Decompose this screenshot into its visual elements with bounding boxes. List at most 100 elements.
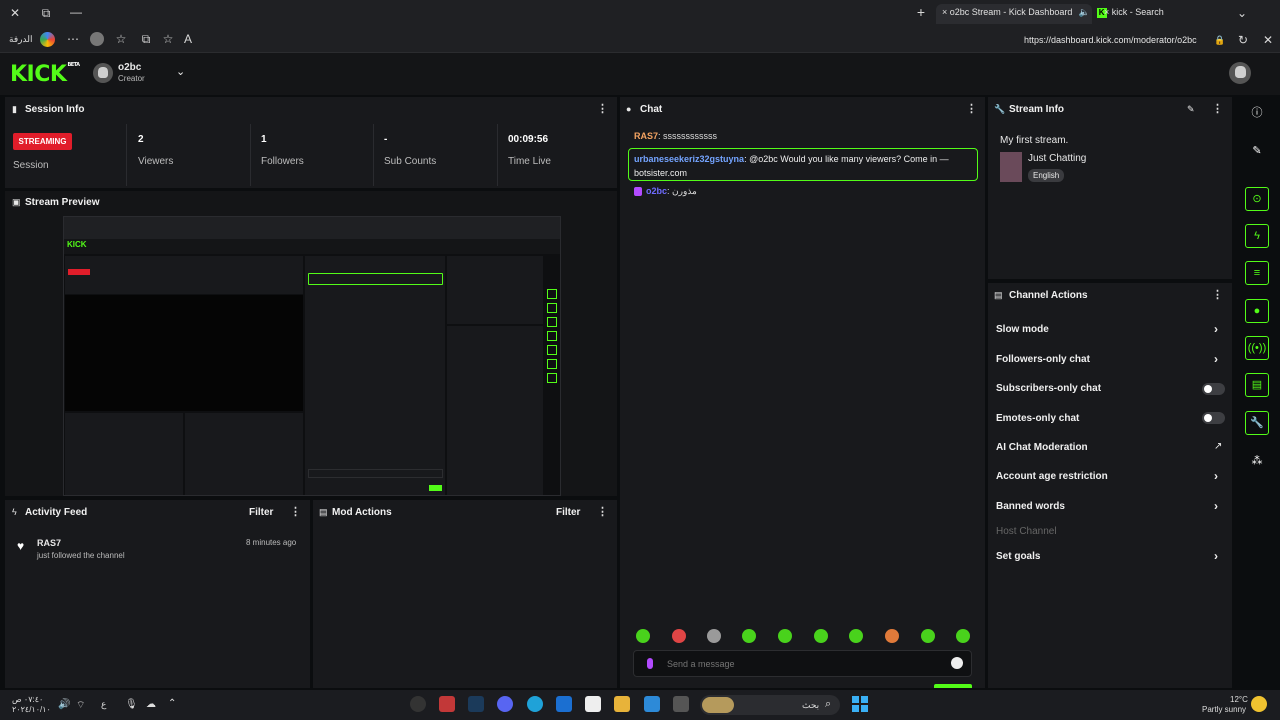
- taskbar-edge-icon[interactable]: [527, 696, 543, 712]
- emote-6-icon[interactable]: [814, 629, 828, 643]
- keyboard-language[interactable]: ع: [101, 699, 106, 710]
- emotes-only-toggle[interactable]: [1202, 412, 1225, 424]
- tab-kick-search[interactable]: × kick - Search: [1098, 4, 1218, 24]
- action-set-goals[interactable]: Set goals: [996, 551, 1040, 562]
- taskbar-steam-icon[interactable]: [468, 696, 484, 712]
- mod-actions-menu-icon[interactable]: ⋮: [597, 507, 608, 518]
- taskbar-app-red-icon[interactable]: [439, 696, 455, 712]
- taskbar-date[interactable]: ٢٠٢٤/١٠/١٠: [12, 705, 51, 714]
- volume-icon[interactable]: 🔊: [58, 699, 70, 710]
- chevron-right-icon[interactable]: ›: [1214, 352, 1218, 366]
- account-switch-chevron-icon[interactable]: ⌄: [176, 65, 185, 78]
- browser-profile-icon[interactable]: [40, 32, 55, 47]
- rail-bolt-icon[interactable]: ϟ: [1245, 224, 1269, 248]
- tab-kick-dashboard[interactable]: × o2bc Stream - Kick Dashboard 🔈 K: [936, 4, 1107, 24]
- mod-filter-button[interactable]: Filter: [556, 507, 580, 518]
- chat-send-button[interactable]: [934, 684, 972, 688]
- taskbar-search-box[interactable]: بحث ⌕: [700, 695, 840, 715]
- subscribers-only-toggle[interactable]: [1202, 383, 1225, 395]
- microphone-tray-icon[interactable]: 🎙: [125, 699, 138, 710]
- user-menu-avatar[interactable]: [1229, 62, 1251, 84]
- tab-list-chevron-icon[interactable]: ⌄: [1234, 6, 1250, 20]
- edit-icon[interactable]: ✎: [1187, 104, 1195, 115]
- emote-8-icon[interactable]: [885, 629, 899, 643]
- stream-info-menu-icon[interactable]: ⋮: [1212, 104, 1223, 115]
- pencil-icon[interactable]: ✎: [1248, 142, 1266, 160]
- rail-layout-icon[interactable]: ▤: [1245, 373, 1269, 397]
- tab-audio-icon[interactable]: 🔈: [1079, 7, 1090, 17]
- emoji-picker-icon[interactable]: [951, 657, 963, 669]
- favorites-icon[interactable]: ☆: [113, 32, 129, 46]
- new-tab-button[interactable]: +: [913, 5, 929, 19]
- rail-moderation-icon[interactable]: ⊙: [1245, 187, 1269, 211]
- external-link-icon[interactable]: ↗: [1214, 441, 1222, 452]
- action-emotes-only[interactable]: Emotes-only chat: [996, 413, 1079, 424]
- action-subscribers-only[interactable]: Subscribers-only chat: [996, 383, 1101, 394]
- emote-3-icon[interactable]: [707, 629, 721, 643]
- stream-category[interactable]: Just Chatting: [1028, 153, 1086, 164]
- add-favorite-icon[interactable]: ☆: [160, 32, 176, 46]
- chat-message-input[interactable]: [667, 656, 947, 672]
- chevron-right-icon[interactable]: ›: [1214, 499, 1218, 513]
- wifi-icon[interactable]: ⌔: [76, 699, 85, 712]
- close-icon[interactable]: ✕: [1260, 33, 1276, 47]
- emote-7-icon[interactable]: [849, 629, 863, 643]
- chat-username[interactable]: urbaneseekeriz32gstuyna: [634, 154, 744, 164]
- emote-2-icon[interactable]: [672, 629, 686, 643]
- more-icon[interactable]: ⋯: [65, 32, 81, 46]
- activity-feed-menu-icon[interactable]: ⋮: [290, 507, 301, 518]
- taskbar-mail-icon[interactable]: [556, 696, 572, 712]
- emote-5-icon[interactable]: [778, 629, 792, 643]
- chat-message[interactable]: o2bc: مذورن: [634, 186, 697, 197]
- taskbar-time[interactable]: ٠٧:٤٠ ص: [12, 695, 43, 704]
- taskbar-discord-icon[interactable]: [497, 696, 513, 712]
- tab-actions-icon[interactable]: ⧉: [38, 6, 54, 20]
- action-followers-only[interactable]: Followers-only chat: [996, 354, 1090, 365]
- url-text[interactable]: https://dashboard.kick.com/moderator/o2b…: [1024, 35, 1197, 45]
- rail-apps-icon[interactable]: ⁂: [1248, 452, 1266, 470]
- chat-username[interactable]: o2bc: [646, 186, 667, 196]
- collections-icon[interactable]: ⧉: [138, 32, 154, 46]
- rail-broadcast-icon[interactable]: ((•)): [1245, 336, 1269, 360]
- taskbar-task-view-icon[interactable]: [673, 696, 689, 712]
- activity-user[interactable]: RAS7: [37, 538, 61, 548]
- chevron-right-icon[interactable]: ›: [1214, 469, 1218, 483]
- emote-4-icon[interactable]: [742, 629, 756, 643]
- back-button-label[interactable]: الدرفة: [9, 34, 32, 45]
- taskbar-store-icon[interactable]: [585, 696, 601, 712]
- rail-list-icon[interactable]: ≡: [1245, 261, 1269, 285]
- close-window-icon[interactable]: ✕: [7, 6, 23, 20]
- reload-icon[interactable]: ↻: [1235, 33, 1251, 47]
- tray-expand-chevron-icon[interactable]: ⌃: [168, 698, 176, 709]
- chevron-right-icon[interactable]: ›: [1214, 322, 1218, 336]
- stream-preview-video[interactable]: KICK: [63, 216, 561, 496]
- weather-sun-icon[interactable]: [1251, 696, 1267, 712]
- session-info-menu-icon[interactable]: ⋮: [597, 104, 608, 115]
- action-slow-mode[interactable]: Slow mode: [996, 324, 1049, 335]
- read-aloud-icon[interactable]: A: [180, 32, 196, 46]
- taskbar-explorer-icon[interactable]: [614, 696, 630, 712]
- action-banned-words[interactable]: Banned words: [996, 501, 1065, 512]
- chat-message-highlighted[interactable]: urbaneseekeriz32gstuyna: @o2bc Would you…: [634, 152, 972, 180]
- emote-9-icon[interactable]: [921, 629, 935, 643]
- tab-close-icon[interactable]: ×: [1104, 7, 1109, 17]
- chat-username[interactable]: RAS7: [634, 131, 658, 141]
- minimize-icon[interactable]: —: [68, 5, 84, 19]
- chat-input-box[interactable]: [633, 650, 972, 677]
- info-circle-icon[interactable]: ⓘ: [1248, 104, 1266, 122]
- rail-wrench-icon[interactable]: 🔧: [1245, 411, 1269, 435]
- taskbar-app-icon[interactable]: [644, 696, 660, 712]
- avatar-icon[interactable]: [90, 32, 104, 46]
- chevron-right-icon[interactable]: ›: [1214, 549, 1218, 563]
- weather-text[interactable]: Partly sunny: [1202, 705, 1246, 714]
- emote-1-icon[interactable]: [636, 629, 650, 643]
- weather-temp[interactable]: 12°C: [1230, 695, 1248, 704]
- action-ai-moderation[interactable]: AI Chat Moderation: [996, 442, 1088, 453]
- action-account-age[interactable]: Account age restriction: [996, 471, 1108, 482]
- kick-logo[interactable]: KICKBETA: [10, 62, 80, 87]
- tab-close-icon[interactable]: ×: [942, 7, 947, 17]
- rail-chat-icon[interactable]: ●: [1245, 299, 1269, 323]
- chat-menu-icon[interactable]: ⋮: [966, 104, 977, 115]
- category-thumbnail[interactable]: [1000, 152, 1022, 182]
- windows-start-icon[interactable]: [852, 696, 868, 712]
